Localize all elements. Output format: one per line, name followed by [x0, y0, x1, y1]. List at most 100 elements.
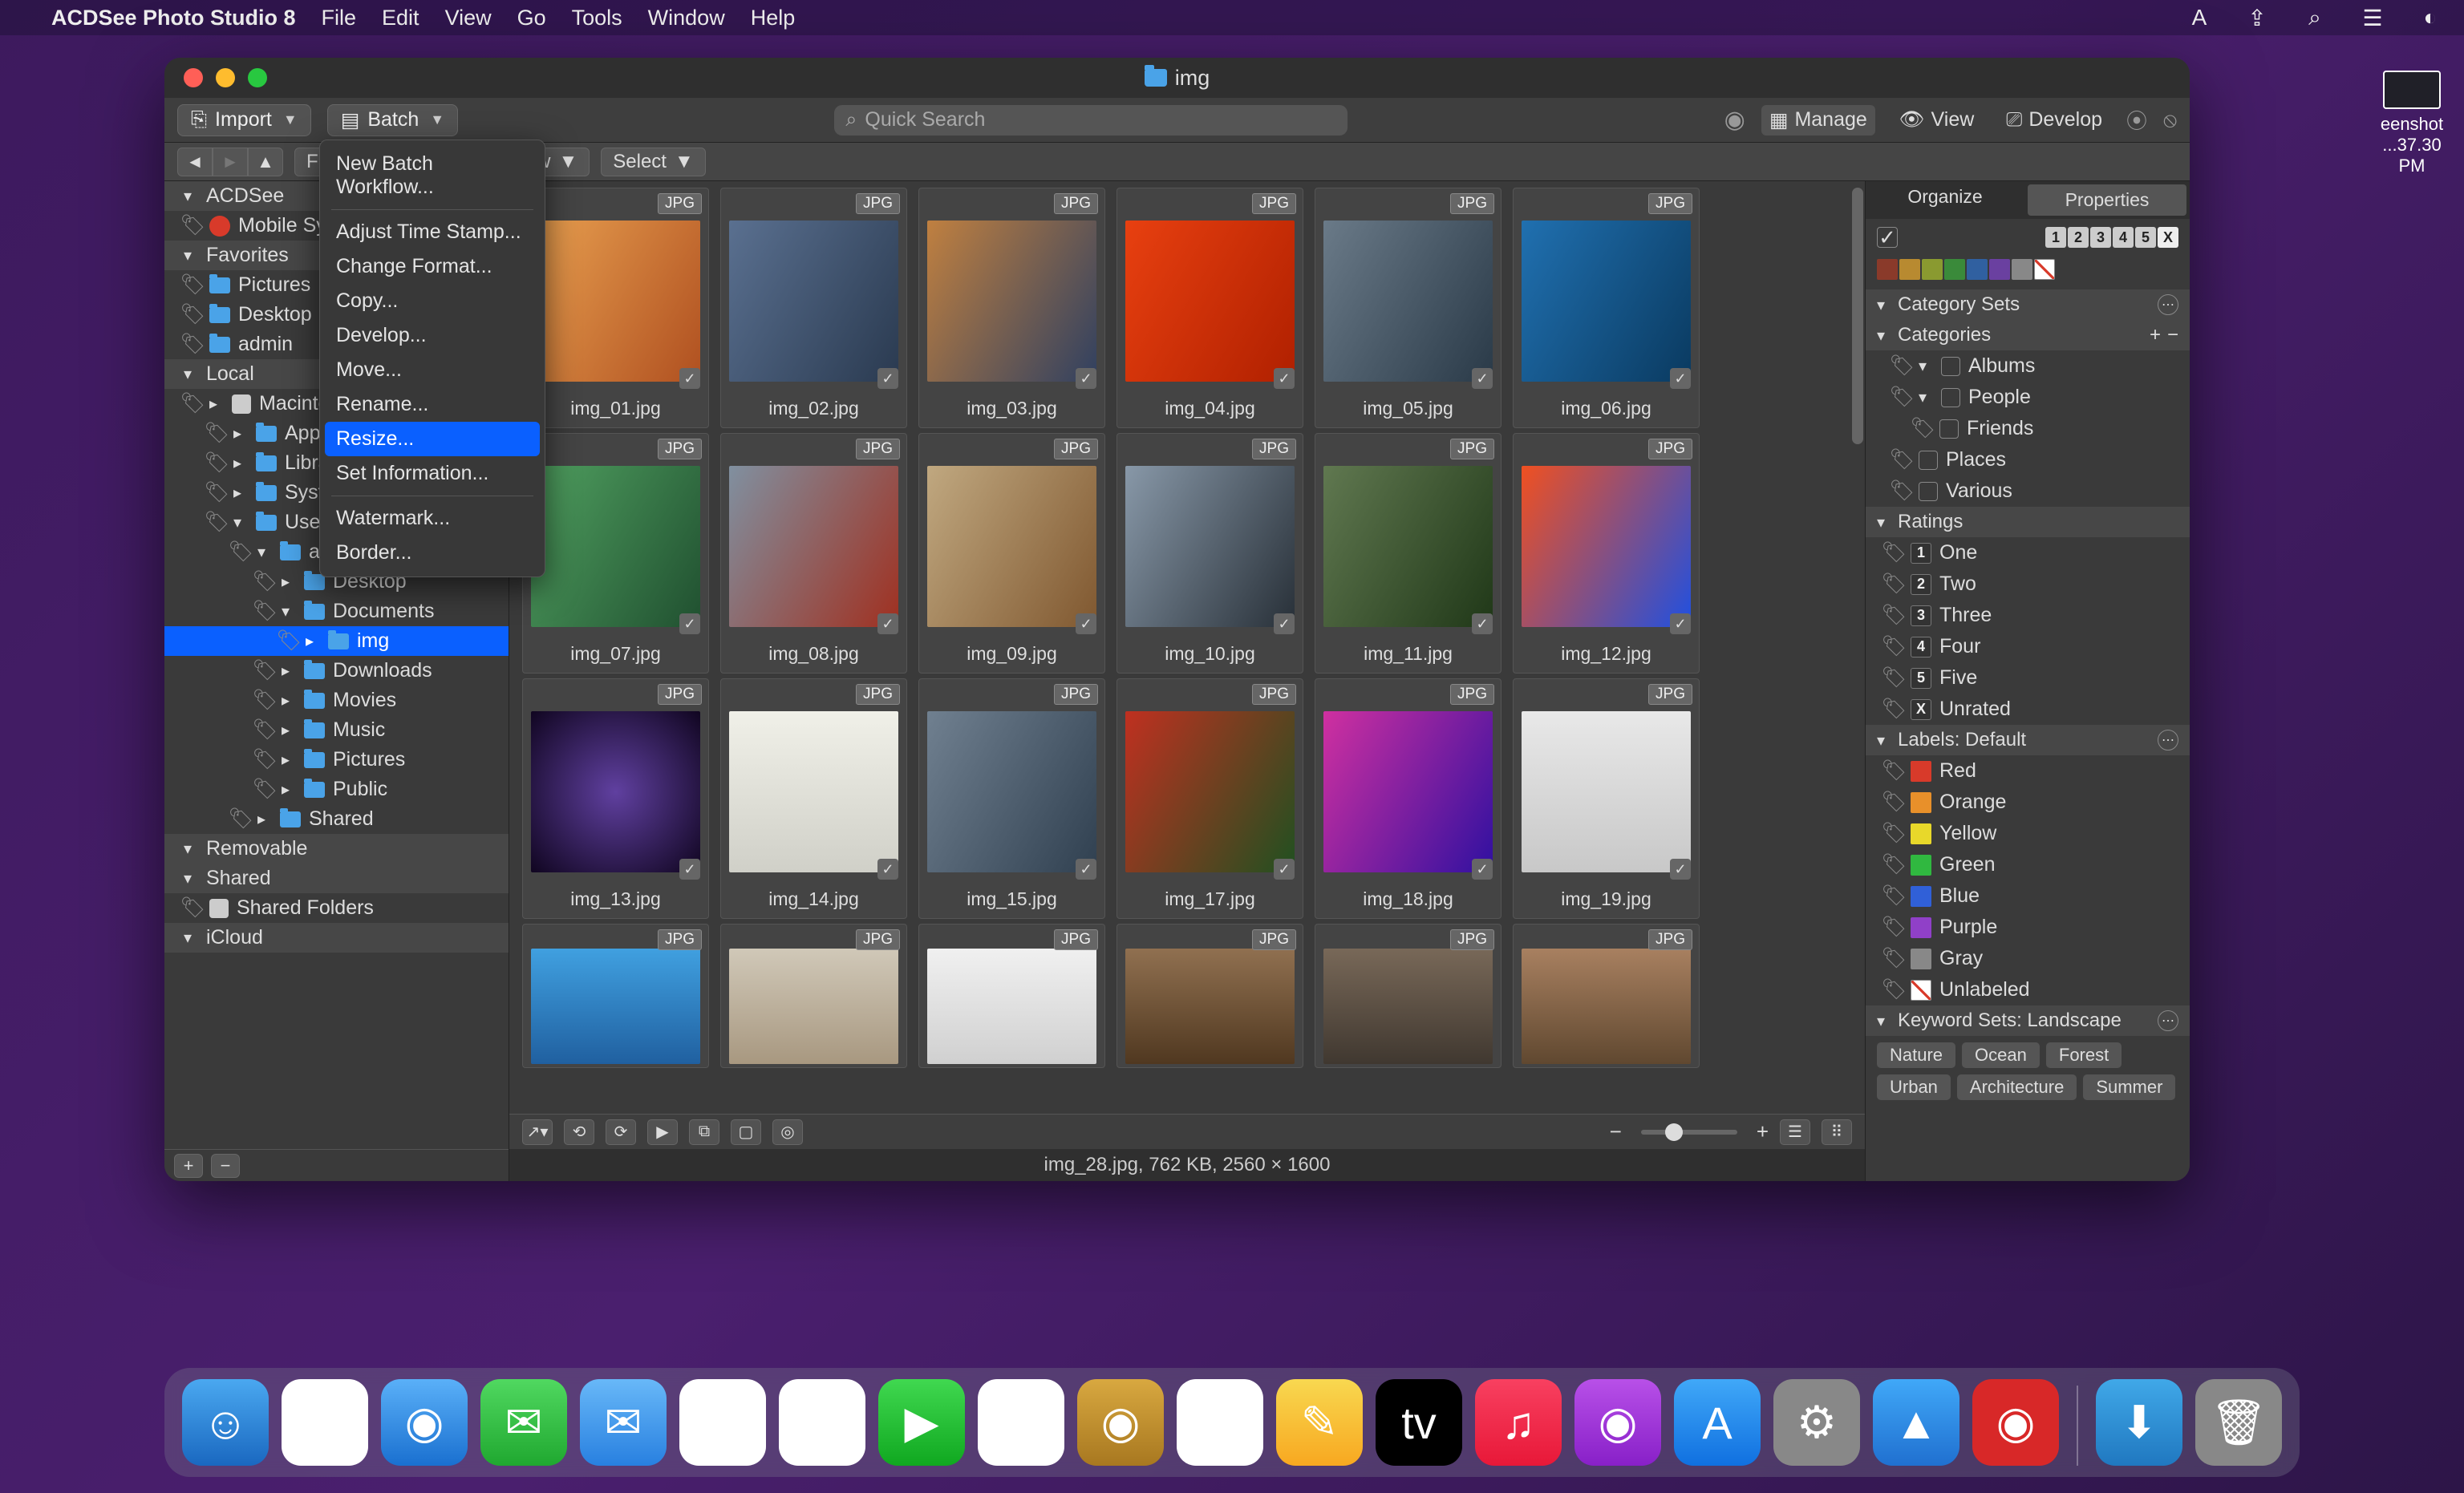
dock-app[interactable]: ✉ [480, 1379, 567, 1466]
keyword-chip[interactable]: Ocean [1962, 1042, 2040, 1068]
dock-app[interactable]: ✉ [580, 1379, 667, 1466]
keyword-chip[interactable]: Forest [2046, 1042, 2122, 1068]
checkmark-icon[interactable]: ✓ [679, 859, 700, 880]
section-category-sets[interactable]: ▾Category Sets ⋯ [1866, 289, 2190, 320]
label-swatch[interactable] [1967, 259, 1988, 280]
thumbnail-cell[interactable]: JPG ✓ img_13.jpg [522, 678, 709, 919]
section-labels[interactable]: ▾Labels: Default ⋯ [1866, 725, 2190, 755]
thumbnail-cell[interactable]: JPG ✓ img_09.jpg [918, 433, 1105, 674]
target-button[interactable]: ◎ [772, 1119, 803, 1145]
dock-app[interactable]: ◉ [1574, 1379, 1661, 1466]
rotate-left-button[interactable]: ⟲ [564, 1119, 594, 1145]
remove-category-button[interactable]: − [2167, 324, 2178, 346]
menu-file[interactable]: File [322, 6, 357, 30]
dock-app[interactable]: ▲ [1873, 1379, 1959, 1466]
category-item[interactable]: 🏷▾Albums [1866, 350, 2190, 382]
checkmark-icon[interactable]: ✓ [1472, 613, 1493, 634]
zoom-in-button[interactable]: + [1757, 1119, 1769, 1144]
dock-app[interactable]: ▶ [878, 1379, 965, 1466]
checkmark-icon[interactable]: ✓ [877, 613, 898, 634]
category-item[interactable]: 🏷▾People [1866, 382, 2190, 413]
rating-filter-4[interactable]: 4 [2113, 227, 2134, 248]
checkmark-icon[interactable]: ✓ [1076, 368, 1096, 389]
thumbnail-cell[interactable]: JPG ✓ img_04.jpg [1116, 188, 1303, 428]
dock-app[interactable]: ☺ [182, 1379, 269, 1466]
label-swatch[interactable] [1989, 259, 2010, 280]
fullscreen-button[interactable]: ▢ [731, 1119, 761, 1145]
keyword-chip[interactable]: Nature [1877, 1042, 1955, 1068]
thumbnail-cell[interactable]: JPG [522, 924, 709, 1068]
sidebar-item[interactable]: 🏷▸Movies [164, 686, 509, 715]
filter-checkbox[interactable]: ✓ [1877, 227, 1898, 248]
mode-manage[interactable]: ▦ Manage [1761, 105, 1875, 136]
sidebar-item[interactable]: 🏷▸Shared [164, 804, 509, 834]
tab-properties[interactable]: Properties [2028, 184, 2186, 216]
category-item[interactable]: 🏷Friends [1866, 413, 2190, 444]
menu-window[interactable]: Window [648, 6, 725, 30]
batch-menu-item[interactable]: Copy... [325, 284, 540, 318]
thumbnail-cell[interactable]: JPG [720, 924, 907, 1068]
minimize-button[interactable] [216, 68, 235, 87]
keyword-chip[interactable]: Architecture [1957, 1074, 2077, 1100]
sidebar-section-header[interactable]: ▾Removable [164, 834, 509, 864]
label-item[interactable]: 🏷Green [1866, 849, 2190, 880]
rating-filter-2[interactable]: 2 [2068, 227, 2089, 248]
add-category-button[interactable]: + [2150, 324, 2161, 346]
checkmark-icon[interactable]: ✓ [679, 613, 700, 634]
dock-app[interactable]: ⌖ [679, 1379, 766, 1466]
list-view-button[interactable]: ☰ [1780, 1119, 1810, 1145]
desktop-screenshot-file[interactable]: eenshot ...37.30 PM [2376, 71, 2448, 176]
label-swatch[interactable] [2012, 259, 2032, 280]
thumbnail-cell[interactable]: JPG ✓ img_03.jpg [918, 188, 1105, 428]
label-swatch[interactable] [1877, 259, 1898, 280]
user-icon[interactable]: ◉ [1724, 106, 1745, 134]
thumbnail-cell[interactable]: JPG ✓ img_02.jpg [720, 188, 907, 428]
checkmark-icon[interactable]: ✓ [1670, 859, 1691, 880]
thumbnail-cell[interactable]: JPG ✓ img_06.jpg [1513, 188, 1700, 428]
thumbnail-cell[interactable]: JPG ✓ img_05.jpg [1315, 188, 1502, 428]
rating-filter-1[interactable]: 1 [2045, 227, 2066, 248]
thumbnail-cell[interactable]: JPG ✓ img_10.jpg [1116, 433, 1303, 674]
checkmark-icon[interactable]: ✓ [1076, 859, 1096, 880]
sidebar-item[interactable]: 🏷▸img [164, 626, 509, 656]
gear-icon[interactable]: ⋯ [2158, 294, 2178, 315]
label-item[interactable]: 🏷Unlabeled [1866, 974, 2190, 1005]
batch-menu-item[interactable]: Set Information... [325, 456, 540, 491]
dock-app[interactable]: ⬇ [2096, 1379, 2182, 1466]
dock-app[interactable]: ◉ [381, 1379, 468, 1466]
checkmark-icon[interactable]: ✓ [1274, 368, 1295, 389]
batch-menu-item[interactable]: Change Format... [325, 249, 540, 284]
slideshow-button[interactable]: ▶ [647, 1119, 678, 1145]
rating-filter-3[interactable]: 3 [2090, 227, 2111, 248]
gear-icon[interactable]: ⋯ [2158, 730, 2178, 751]
upload-icon[interactable]: ⇪ [2241, 5, 2273, 31]
thumbnail-cell[interactable]: JPG ✓ img_08.jpg [720, 433, 907, 674]
thumbnail-cell[interactable]: JPG [918, 924, 1105, 1068]
section-ratings[interactable]: ▾Ratings [1866, 507, 2190, 537]
thumbnail-size-slider[interactable] [1641, 1130, 1737, 1135]
label-swatch[interactable] [1944, 259, 1965, 280]
hidden-eye-icon[interactable]: ⦸ [2163, 107, 2177, 133]
spotlight-icon[interactable]: ⌕ [2299, 5, 2331, 31]
checkmark-icon[interactable]: ✓ [1670, 613, 1691, 634]
mode-view[interactable]: 👁 View [1891, 105, 1983, 135]
thumbnail-cell[interactable]: JPG [1315, 924, 1502, 1068]
scrollbar[interactable] [1852, 188, 1863, 444]
batch-menu-item[interactable]: Adjust Time Stamp... [325, 215, 540, 249]
checkmark-icon[interactable]: ✓ [1670, 368, 1691, 389]
rotate-right-button[interactable]: ⟳ [606, 1119, 636, 1145]
dock-app[interactable]: ✎ [1276, 1379, 1363, 1466]
sidebar-item[interactable]: 🏷Shared Folders [164, 893, 509, 923]
batch-button[interactable]: ▤ Batch ▼ [327, 104, 458, 136]
label-item[interactable]: 🏷Red [1866, 755, 2190, 787]
close-button[interactable] [184, 68, 203, 87]
rating-filter-X[interactable]: X [2158, 227, 2178, 248]
checkmark-icon[interactable]: ✓ [877, 368, 898, 389]
sidebar-item[interactable]: 🏷▸Music [164, 715, 509, 745]
zoom-button[interactable] [248, 68, 267, 87]
batch-menu-item[interactable]: Develop... [325, 318, 540, 353]
control-center-icon[interactable]: ☰ [2357, 5, 2389, 31]
input-menu-icon[interactable]: A [2183, 5, 2215, 30]
dock-app[interactable]: ♫ [1475, 1379, 1562, 1466]
nav-back-button[interactable]: ◄ [177, 148, 213, 176]
